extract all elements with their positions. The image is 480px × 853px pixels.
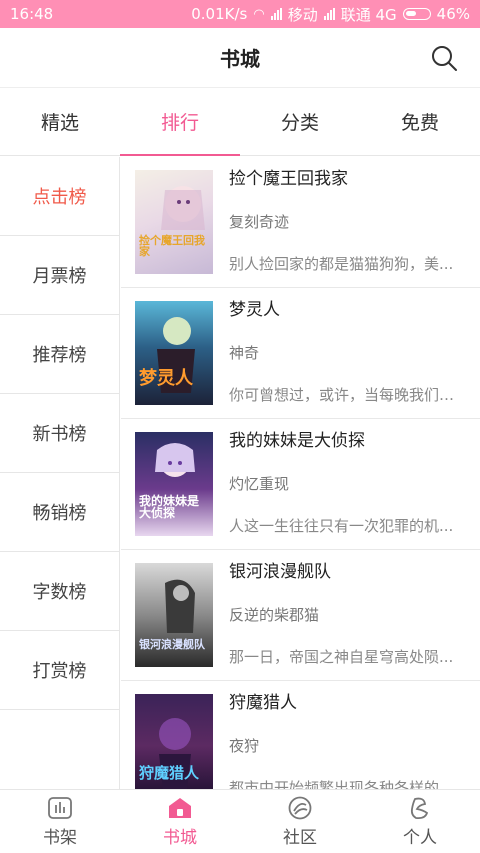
signal-icon xyxy=(270,8,282,20)
top-tabs: 精选 排行 分类 免费 xyxy=(0,88,480,156)
bottom-nav: 书架 书城 社区 个人 xyxy=(0,789,480,853)
book-author: 复刻奇迹 xyxy=(229,212,290,231)
tab-ranking[interactable]: 排行 xyxy=(120,88,240,156)
nav-label: 书架 xyxy=(43,828,77,848)
list-item[interactable]: 银河浪漫舰队 银河浪漫舰队 反逆的柴郡猫 那一日，帝国之神自星穹高处陨... xyxy=(121,550,480,681)
cover-title: 银河浪漫舰队 xyxy=(139,638,205,652)
cover-title: 梦灵人 xyxy=(139,368,193,390)
nav-community[interactable]: 社区 xyxy=(240,790,360,853)
battery-icon xyxy=(402,8,431,20)
book-list: 捡个魔王回我家 捡个魔王回我家 复刻奇迹 别人捡回家的都是猫猫狗狗，美... 梦… xyxy=(121,157,480,789)
book-title: 银河浪漫舰队 xyxy=(229,562,331,582)
cover-title: 我的妹妹是大侦探 xyxy=(139,493,200,521)
app-header: 书城 xyxy=(0,28,480,88)
nav-bookstore[interactable]: 书城 xyxy=(120,790,240,853)
book-cover: 梦灵人 xyxy=(135,301,213,405)
book-author: 神奇 xyxy=(229,343,260,362)
community-icon xyxy=(288,796,312,820)
cover-title: 捡个魔王回我家 xyxy=(139,233,205,259)
search-icon[interactable] xyxy=(430,44,458,72)
battery-level: 46% xyxy=(436,5,470,23)
book-author: 反逆的柴郡猫 xyxy=(229,605,320,624)
sidebar-item-monthly-votes[interactable]: 月票榜 xyxy=(0,236,119,315)
book-title: 捡个魔王回我家 xyxy=(229,169,348,189)
tab-featured[interactable]: 精选 xyxy=(0,88,120,155)
status-time: 16:48 xyxy=(10,5,54,23)
ranking-sidebar: 点击榜 月票榜 推荐榜 新书榜 畅销榜 字数榜 打赏榜 xyxy=(0,157,120,789)
nav-label: 书城 xyxy=(163,828,197,848)
sidebar-item-wordcount[interactable]: 字数榜 xyxy=(0,552,119,631)
nav-label: 个人 xyxy=(403,828,437,848)
book-cover: 捡个魔王回我家 xyxy=(135,170,213,274)
network-speed: 0.01K/s xyxy=(191,5,248,23)
status-bar: 16:48 0.01K/s ◠ 移动 联通 4G 46% xyxy=(0,0,480,28)
sidebar-item-clicks[interactable]: 点击榜 xyxy=(0,157,119,236)
book-cover: 我的妹妹是大侦探 xyxy=(135,432,213,536)
profile-icon xyxy=(410,797,429,820)
sidebar-item-tips[interactable]: 打赏榜 xyxy=(0,631,119,710)
sidebar-item-new[interactable]: 新书榜 xyxy=(0,394,119,473)
list-item[interactable]: 梦灵人 梦灵人 神奇 你可曾想过，或许，当每晚我们闭... xyxy=(121,288,480,419)
book-description: 人这一生往往只有一次犯罪的机... xyxy=(229,517,454,535)
book-cover: 银河浪漫舰队 xyxy=(135,563,213,667)
list-item[interactable]: 狩魔猎人 狩魔猎人 夜狩 都市中开始频繁出现各种各样的... xyxy=(121,681,480,789)
sidebar-item-recommend[interactable]: 推荐榜 xyxy=(0,315,119,394)
list-item[interactable]: 捡个魔王回我家 捡个魔王回我家 复刻奇迹 别人捡回家的都是猫猫狗狗，美... xyxy=(121,157,480,288)
wifi-icon: ◠ xyxy=(253,6,265,22)
carrier-1: 移动 xyxy=(287,5,318,24)
page-title: 书城 xyxy=(220,47,260,71)
cover-title: 狩魔猎人 xyxy=(139,764,200,783)
bookshelf-icon xyxy=(48,797,72,819)
book-cover: 狩魔猎人 xyxy=(135,694,213,789)
book-description: 别人捡回家的都是猫猫狗狗，美... xyxy=(229,255,454,273)
tab-category[interactable]: 分类 xyxy=(240,88,360,155)
book-description: 你可曾想过，或许，当每晚我们闭... xyxy=(229,386,469,404)
book-title: 我的妹妹是大侦探 xyxy=(229,431,365,451)
book-title: 狩魔猎人 xyxy=(229,693,297,713)
signal-icon-2 xyxy=(323,8,335,20)
sidebar-item-bestseller[interactable]: 畅销榜 xyxy=(0,473,119,552)
book-author: 灼忆重现 xyxy=(229,474,290,493)
tab-free[interactable]: 免费 xyxy=(360,88,480,155)
list-item[interactable]: 我的妹妹是大侦探 我的妹妹是大侦探 灼忆重现 人这一生往往只有一次犯罪的机... xyxy=(121,419,480,550)
book-description: 都市中开始频繁出现各种各样的... xyxy=(229,779,454,789)
nav-bookshelf[interactable]: 书架 xyxy=(0,790,120,853)
carrier-2: 联通 4G xyxy=(340,5,397,24)
status-right: 0.01K/s ◠ 移动 联通 4G 46% xyxy=(191,4,470,25)
nav-label: 社区 xyxy=(283,828,317,848)
book-description: 那一日，帝国之神自星穹高处陨... xyxy=(229,648,454,666)
book-author: 夜狩 xyxy=(229,736,260,755)
bookstore-icon xyxy=(169,798,191,818)
book-title: 梦灵人 xyxy=(229,300,280,320)
nav-profile[interactable]: 个人 xyxy=(360,790,480,853)
